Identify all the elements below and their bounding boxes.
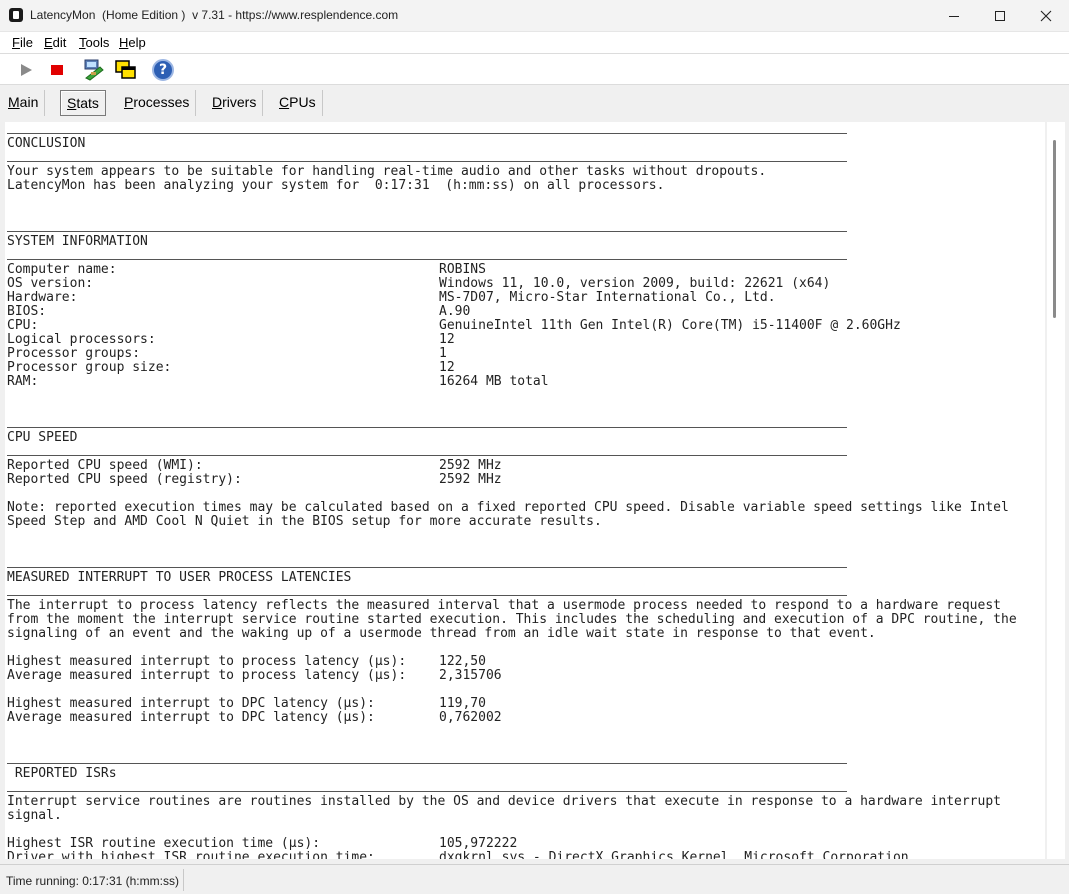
section-rule — [7, 455, 847, 456]
windows-button[interactable] — [113, 57, 139, 83]
stats-report[interactable]: CONCLUSION Your system appears to be sui… — [5, 122, 1045, 859]
section-heading-interrupt-latencies: MEASURED INTERRUPT TO USER PROCESS LATEN… — [7, 570, 352, 585]
status-separator — [183, 869, 184, 891]
info-value: 0,762002 — [439, 710, 502, 725]
stop-icon — [51, 65, 63, 75]
section-heading-reported-isrs: REPORTED ISRs — [7, 766, 117, 781]
section-rule — [7, 595, 847, 596]
info-label: Computer name: — [7, 262, 117, 277]
info-label: Processor group size: — [7, 360, 172, 375]
section-rule — [7, 231, 847, 232]
tab-bar: Main Stats Processes Drivers CPUs — [0, 85, 1069, 122]
section-heading-conclusion: CONCLUSION — [7, 136, 86, 151]
report-line: from the moment the interrupt service ro… — [7, 612, 1017, 627]
help-icon: ? — [152, 59, 174, 81]
info-value: 12 — [439, 360, 455, 375]
section-rule — [7, 791, 847, 792]
section-rule — [7, 567, 847, 568]
info-value: 2592 MHz — [439, 458, 502, 473]
section-heading-system-information: SYSTEM INFORMATION — [7, 234, 148, 249]
info-label: Reported CPU speed (registry): — [7, 472, 242, 487]
info-value: GenuineIntel 11th Gen Intel(R) Core(TM) … — [439, 318, 901, 333]
toolbar-separator — [181, 58, 182, 82]
info-label: OS version: — [7, 276, 94, 291]
vertical-scrollbar[interactable] — [1047, 122, 1065, 859]
info-value: 119,70 — [439, 696, 486, 711]
toolbar: ? — [0, 53, 1069, 85]
tab-processes[interactable]: Processes — [118, 90, 197, 116]
tab-drivers[interactable]: Drivers — [206, 90, 264, 116]
info-value: 1 — [439, 346, 447, 361]
network-adapter-icon — [84, 59, 104, 81]
info-value: 16264 MB total — [439, 374, 549, 389]
info-label: Average measured interrupt to process la… — [7, 668, 407, 683]
report-line: Speed Step and AMD Cool N Quiet in the B… — [7, 514, 602, 529]
status-time-running: Time running: 0:17:31 (h:mm:ss) — [6, 874, 179, 888]
report-line: Your system appears to be suitable for h… — [7, 164, 767, 179]
network-adapter-button[interactable] — [81, 57, 107, 83]
tab-cpus[interactable]: CPUs — [273, 90, 323, 116]
minimize-button[interactable] — [931, 0, 977, 32]
info-value: dxgkrnl.sys - DirectX Graphics Kernel, M… — [439, 850, 909, 860]
info-value: A.90 — [439, 304, 471, 319]
window-title: LatencyMon (Home Edition ) v 7.31 - http… — [30, 8, 399, 22]
info-value: 2,315706 — [439, 668, 502, 683]
title-bar: LatencyMon (Home Edition ) v 7.31 - http… — [0, 0, 1069, 32]
info-label: CPU: — [7, 318, 39, 333]
minimize-icon — [949, 15, 959, 17]
section-rule — [7, 133, 847, 134]
info-label: Highest ISR routine execution time (µs): — [7, 836, 321, 851]
report-line: LatencyMon has been analyzing your syste… — [7, 178, 665, 193]
info-value: Windows 11, 10.0, version 2009, build: 2… — [439, 276, 831, 291]
toolbar-separator — [143, 58, 144, 82]
tab-main[interactable]: Main — [2, 90, 46, 116]
status-bar: Time running: 0:17:31 (h:mm:ss) — [0, 864, 1069, 894]
report-line: Note: reported execution times may be ca… — [7, 500, 1009, 515]
report-line: signaling of an event and the waking up … — [7, 626, 876, 641]
maximize-button[interactable] — [977, 0, 1023, 32]
info-label: Average measured interrupt to DPC latenc… — [7, 710, 375, 725]
section-rule — [7, 427, 847, 428]
menu-bar: File Edit Tools Help — [0, 32, 1069, 53]
info-value: 2592 MHz — [439, 472, 502, 487]
menu-file[interactable]: File — [12, 35, 33, 50]
menu-help[interactable]: Help — [119, 35, 146, 50]
play-icon — [20, 64, 32, 76]
section-heading-cpu-speed: CPU SPEED — [7, 430, 78, 445]
info-label: BIOS: — [7, 304, 47, 319]
close-button[interactable] — [1023, 0, 1069, 32]
maximize-icon — [995, 11, 1005, 21]
info-label: Hardware: — [7, 290, 78, 305]
close-icon — [1040, 10, 1052, 22]
report-line: Interrupt service routines are routines … — [7, 794, 1001, 809]
info-label: Reported CPU speed (WMI): — [7, 458, 203, 473]
tab-stats[interactable]: Stats — [60, 90, 106, 116]
info-label: Highest measured interrupt to DPC latenc… — [7, 696, 375, 711]
info-value: MS-7D07, Micro-Star International Co., L… — [439, 290, 776, 305]
info-value: 105,972222 — [439, 836, 518, 851]
section-rule — [7, 161, 847, 162]
info-label: Highest measured interrupt to process la… — [7, 654, 407, 669]
menu-edit[interactable]: Edit — [44, 35, 66, 50]
report-panel: CONCLUSION Your system appears to be sui… — [0, 122, 1069, 864]
section-rule — [7, 763, 847, 764]
info-label: RAM: — [7, 374, 39, 389]
report-line: The interrupt to process latency reflect… — [7, 598, 1001, 613]
scrollbar-thumb[interactable] — [1053, 140, 1056, 318]
start-button[interactable] — [13, 57, 39, 83]
section-rule — [7, 259, 847, 260]
report-line: signal. — [7, 808, 62, 823]
toolbar-separator — [74, 58, 75, 82]
info-value: ROBINS — [439, 262, 486, 277]
info-value: 12 — [439, 332, 455, 347]
info-label: Logical processors: — [7, 332, 156, 347]
stop-button[interactable] — [44, 57, 70, 83]
info-value: 122,50 — [439, 654, 486, 669]
latencymon-app-icon — [9, 8, 23, 22]
windows-icon — [115, 60, 136, 79]
help-button[interactable]: ? — [150, 57, 176, 83]
info-label: Processor groups: — [7, 346, 141, 361]
info-label: Driver with highest ISR routine executio… — [7, 850, 375, 860]
menu-tools[interactable]: Tools — [79, 35, 109, 50]
